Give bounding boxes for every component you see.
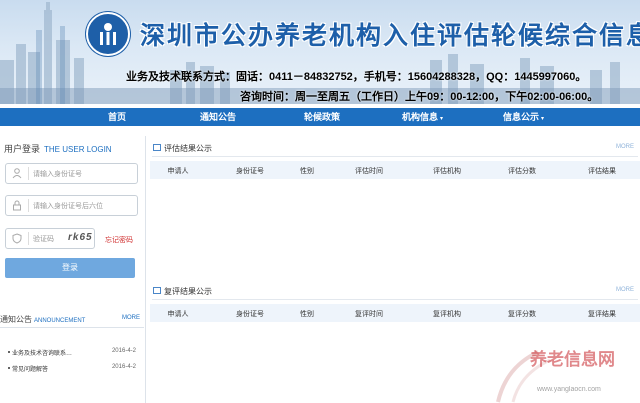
column-header: 申请人 xyxy=(167,168,189,175)
notice-panel-header: 通知公告 ANNOUNCEMENT MORE xyxy=(0,312,144,328)
notice-item-text: 常见问题解答 xyxy=(12,367,49,373)
notice-title-cn: 通知公告 xyxy=(0,315,32,324)
nav-item-label: 首页 xyxy=(108,112,127,122)
column-header: 复评机构 xyxy=(433,311,461,318)
id-number-input[interactable]: 请输入身份证号 xyxy=(5,163,138,184)
login-panel-title: 用户登录 THE USER LOGIN xyxy=(4,142,112,155)
site-title: 深圳市公办养老机构入住评估轮候综合信息平台 xyxy=(140,21,640,50)
eval-results-table-header: 申请人 身份证号 性别 评估时间 评估机构 评估分数 评估结果 xyxy=(150,161,640,179)
field-divider xyxy=(28,167,29,180)
watermark-text: 养老信息网 xyxy=(530,350,615,370)
chevron-down-icon: ▾ xyxy=(440,116,444,122)
notice-title-en: ANNOUNCEMENT xyxy=(34,318,86,324)
column-header: 评估机构 xyxy=(433,168,461,175)
column-header: 身份证号 xyxy=(236,168,264,175)
main-nav: 首页 通知公告 轮候政策 机构信息 ▾ 信息公示 ▾ xyxy=(0,108,640,126)
notice-item-text: 业务及技术咨询联系… xyxy=(12,351,73,357)
column-header: 评估时间 xyxy=(355,168,383,175)
login-title: 用户登录 xyxy=(4,144,41,154)
eval-results-more-link[interactable]: MORE xyxy=(616,144,634,150)
eval-results-header: 评估结果公示 MORE xyxy=(152,139,638,157)
notice-list-item[interactable]: 业务及技术咨询联系… 2016-4-2 xyxy=(8,348,136,358)
field-divider xyxy=(28,199,29,212)
login-title-en: THE USER LOGIN xyxy=(44,145,112,154)
bullet-icon xyxy=(8,367,10,369)
notice-list-item[interactable]: 常见问题解答 2016-4-2 xyxy=(8,364,136,374)
review-results-more-link[interactable]: MORE xyxy=(616,287,634,293)
notice-title: 通知公告 ANNOUNCEMENT xyxy=(0,314,85,325)
nav-item-policy[interactable]: 轮候政策 xyxy=(304,108,340,126)
id-number-placeholder: 请输入身份证号 xyxy=(33,171,82,178)
nav-item-label: 通知公告 xyxy=(200,112,237,122)
eval-results-title: 评估结果公示 xyxy=(164,144,212,153)
captcha-placeholder: 验证码 xyxy=(33,236,54,243)
column-header: 申请人 xyxy=(167,311,189,318)
notice-more-link[interactable]: MORE xyxy=(122,315,140,321)
column-header: 复评时间 xyxy=(355,311,383,318)
lock-icon xyxy=(10,200,24,212)
user-icon xyxy=(10,168,24,180)
nav-item-institution-info[interactable]: 机构信息 ▾ xyxy=(402,108,443,126)
site-logo xyxy=(86,12,130,56)
chevron-down-icon: ▾ xyxy=(541,116,545,122)
field-divider xyxy=(28,232,29,245)
column-header: 评估结果 xyxy=(588,168,616,175)
column-header: 身份证号 xyxy=(236,311,264,318)
nav-item-label: 机构信息 xyxy=(402,112,439,122)
column-header: 复评结果 xyxy=(588,311,616,318)
password-input[interactable]: 请输入身份证号后六位 xyxy=(5,195,138,216)
review-results-title: 复评结果公示 xyxy=(164,287,212,296)
column-header: 评估分数 xyxy=(508,168,536,175)
list-icon xyxy=(153,287,161,294)
forgot-password-link[interactable]: 忘记密码 xyxy=(105,235,133,245)
contact-info: 业务及技术联系方式：固话：0411－84832752，手机号：156042883… xyxy=(126,71,587,83)
header-banner: 深圳市公办养老机构入住评估轮候综合信息平台 业务及技术联系方式：固话：0411－… xyxy=(0,0,640,104)
column-header: 复评分数 xyxy=(508,311,536,318)
watermark-url: www.yanglaocn.com xyxy=(537,386,601,393)
nav-item-home[interactable]: 首页 xyxy=(108,108,126,126)
bullet-icon xyxy=(8,351,10,353)
column-header: 性别 xyxy=(300,168,314,175)
nav-item-public-info[interactable]: 信息公示 ▾ xyxy=(503,108,544,126)
notice-item-date: 2016-4-2 xyxy=(111,364,136,370)
logo-emblem-icon xyxy=(100,23,116,45)
review-results-header: 复评结果公示 MORE xyxy=(152,282,638,300)
login-button[interactable]: 登录 xyxy=(5,258,135,278)
nav-item-label: 轮候政策 xyxy=(304,112,341,122)
captcha-image[interactable]: rk65 xyxy=(68,232,93,243)
shield-icon xyxy=(10,233,24,245)
password-placeholder: 请输入身份证号后六位 xyxy=(33,203,103,210)
nav-item-notices[interactable]: 通知公告 xyxy=(200,108,236,126)
list-icon xyxy=(153,144,161,151)
consult-hours: 咨询时间：周一至周五（工作日）上午09：00-12:00，下午02:00-06:… xyxy=(240,91,599,103)
captcha-input[interactable]: 验证码 rk65 xyxy=(5,228,95,249)
notice-item-date: 2016-4-2 xyxy=(111,348,136,354)
nav-item-label: 信息公示 xyxy=(503,112,540,122)
review-results-table-header: 申请人 身份证号 性别 复评时间 复评机构 复评分数 复评结果 xyxy=(150,304,640,322)
column-header: 性别 xyxy=(300,311,314,318)
